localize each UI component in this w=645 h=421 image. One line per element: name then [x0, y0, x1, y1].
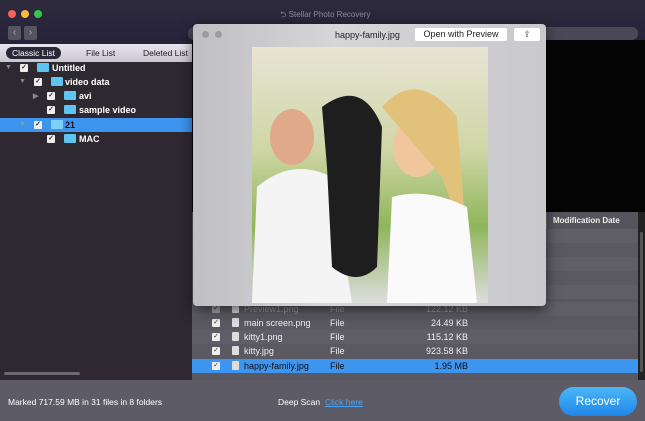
file-size: 24.49 KB [430, 318, 468, 328]
file-name: kitty.jpg [244, 346, 274, 356]
tab-classic-list[interactable]: Classic List [6, 47, 61, 59]
tree-item-sample-video[interactable]: ✓ sample video [0, 103, 192, 117]
minimize-window-button[interactable] [21, 10, 29, 18]
back-arrow-icon: ⮌ [280, 10, 289, 19]
table-row[interactable]: ✓ kitty.jpg File 923.58 KB [192, 344, 638, 358]
tree-item-video-data[interactable]: ▼ ✓ video data [0, 75, 192, 89]
preview-photo [252, 47, 488, 303]
file-size: 1.95 MB [434, 361, 468, 371]
checkbox[interactable]: ✓ [212, 319, 220, 327]
tree-label: 21 [65, 120, 76, 130]
table-row[interactable]: ✓ main screen.png File 24.49 KB [192, 316, 638, 330]
sidebar-horizontal-scrollbar[interactable] [4, 372, 80, 375]
file-name: happy-family.jpg [244, 361, 309, 371]
app-title: ⮌ Stellar Photo Recovery [280, 9, 370, 23]
folder-icon [64, 91, 76, 100]
deep-scan-label: Deep Scan [278, 397, 321, 407]
checkbox[interactable]: ✓ [34, 121, 42, 129]
folder-icon [51, 120, 63, 129]
checkbox[interactable]: ✓ [47, 135, 55, 143]
checkbox[interactable]: ✓ [47, 92, 55, 100]
forward-button[interactable]: › [24, 26, 37, 40]
checkbox[interactable]: ✓ [20, 64, 28, 72]
tree-label: sample video [79, 105, 137, 115]
marked-status: Marked 717.59 MB in 31 files in 8 folder… [8, 397, 163, 407]
photo-illustration [252, 89, 477, 303]
tree-item-avi[interactable]: ▶ ✓ avi [0, 89, 192, 103]
checkbox[interactable]: ✓ [47, 106, 55, 114]
disclosure-down-icon[interactable]: ▼ [5, 64, 12, 71]
app-title-text: Stellar Photo Recovery [288, 10, 371, 19]
checkbox[interactable]: ✓ [34, 78, 42, 86]
tree-item-untitled[interactable]: ▼ ✓ Untitled [0, 61, 192, 75]
deep-scan-link[interactable]: Click here [325, 397, 363, 407]
zoom-window-button[interactable] [34, 10, 42, 18]
folder-icon [51, 77, 63, 86]
view-tabs: Classic List File List Deleted List [0, 44, 192, 62]
file-icon [232, 361, 239, 370]
checkbox[interactable]: ✓ [212, 333, 220, 341]
tree-label: MAC [79, 134, 100, 144]
checkbox[interactable]: ✓ [212, 347, 220, 355]
file-name: kitty1.png [244, 332, 283, 342]
file-size: 923.58 KB [425, 346, 468, 356]
bottom-bar: Marked 717.59 MB in 31 files in 8 folder… [0, 380, 645, 421]
quick-look-preview: happy-family.jpg Open with Preview ⇪ [193, 24, 546, 306]
tree-item-21[interactable]: ▼ ✓ 21 [0, 118, 192, 132]
folder-icon [37, 63, 49, 72]
table-scrollbar-thumb[interactable] [640, 232, 643, 372]
file-kind: File [330, 346, 345, 356]
file-icon [232, 346, 239, 355]
disclosure-right-icon[interactable]: ▶ [33, 92, 38, 100]
tree-label: video data [65, 77, 110, 87]
file-size: 115.12 KB [426, 332, 468, 342]
checkbox[interactable]: ✓ [212, 362, 220, 370]
tab-deleted-list[interactable]: Deleted List [143, 47, 188, 59]
file-kind: File [330, 318, 345, 328]
open-with-preview-button[interactable]: Open with Preview [415, 28, 507, 41]
folder-icon [64, 105, 76, 114]
file-icon [232, 318, 239, 327]
tab-file-list[interactable]: File List [86, 47, 115, 59]
file-kind: File [330, 332, 345, 342]
back-button[interactable]: ‹ [8, 26, 21, 40]
folder-icon [64, 134, 76, 143]
preview-title: happy-family.jpg [335, 30, 400, 40]
file-kind: File [330, 361, 345, 371]
tree-label: Untitled [52, 63, 86, 73]
close-window-button[interactable] [8, 10, 16, 18]
fullscreen-preview-icon[interactable] [215, 31, 222, 38]
disclosure-down-icon[interactable]: ▼ [19, 121, 26, 128]
disclosure-down-icon[interactable]: ▼ [19, 78, 26, 85]
tree-label: avi [79, 91, 92, 101]
close-preview-icon[interactable] [202, 31, 209, 38]
tree-item-mac[interactable]: ✓ MAC [0, 132, 192, 146]
table-row-selected[interactable]: ✓ happy-family.jpg File 1.95 MB [192, 359, 638, 373]
share-icon[interactable]: ⇪ [514, 28, 540, 41]
file-icon [232, 332, 239, 341]
column-header-modification-date[interactable]: Modification Date [546, 212, 638, 229]
recover-button[interactable]: Recover [559, 387, 637, 416]
table-row[interactable]: ✓ kitty1.png File 115.12 KB [192, 330, 638, 344]
file-name: main screen.png [244, 318, 311, 328]
checkbox[interactable]: ✓ [212, 305, 220, 313]
